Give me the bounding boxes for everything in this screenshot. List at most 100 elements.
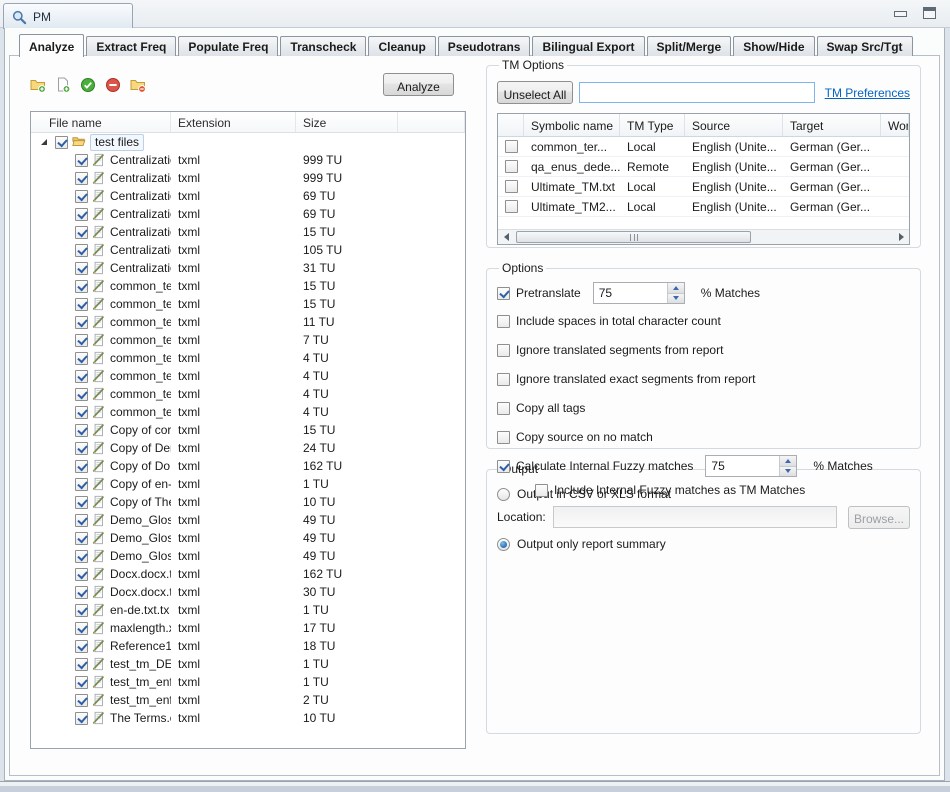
maximize-button[interactable] — [923, 7, 936, 19]
file-checkbox[interactable] — [75, 334, 88, 347]
file-row[interactable]: test_tm_enf txml 2 TU — [31, 691, 465, 709]
unselect-all-icon[interactable] — [105, 77, 121, 93]
file-row[interactable]: Copy of Do txml 162 TU — [31, 457, 465, 475]
file-row[interactable]: en-de.txt.tx txml 1 TU — [31, 601, 465, 619]
add-file-icon[interactable] — [55, 77, 71, 93]
file-row[interactable]: common_te txml 15 TU — [31, 277, 465, 295]
include-spaces-checkbox[interactable] — [497, 315, 510, 328]
column-header-file-name[interactable]: File name — [31, 112, 171, 132]
file-row[interactable]: Demo_Glos txml 49 TU — [31, 547, 465, 565]
file-checkbox[interactable] — [75, 568, 88, 581]
calc-fuzzy-value[interactable]: 75 — [706, 456, 779, 476]
file-row[interactable]: Centralizatio txml 999 TU — [31, 169, 465, 187]
csv-output-radio[interactable] — [497, 488, 510, 501]
file-row[interactable]: Copy of en- txml 1 TU — [31, 475, 465, 493]
file-row[interactable]: Centralizatio txml 69 TU — [31, 187, 465, 205]
tm-row[interactable]: qa_enus_dede... Remote English (Unite...… — [498, 157, 909, 177]
tm-row[interactable]: common_ter... Local English (Unite... Ge… — [498, 137, 909, 157]
file-row[interactable]: Copy of The txml 10 TU — [31, 493, 465, 511]
file-checkbox[interactable] — [75, 226, 88, 239]
tm-col-workgroup[interactable]: Workg — [881, 114, 909, 136]
spin-up-icon[interactable] — [780, 456, 796, 467]
file-checkbox[interactable] — [75, 154, 88, 167]
calc-fuzzy-checkbox[interactable] — [497, 460, 510, 473]
select-all-icon[interactable] — [80, 77, 96, 93]
file-checkbox[interactable] — [75, 280, 88, 293]
column-header-size[interactable]: Size — [296, 112, 398, 132]
ignore-exact-checkbox[interactable] — [497, 373, 510, 386]
tab-split-merge[interactable]: Split/Merge — [647, 36, 732, 56]
tab-analyze[interactable]: Analyze — [19, 34, 84, 57]
ignore-translated-checkbox[interactable] — [497, 344, 510, 357]
file-row[interactable]: Demo_Glos txml 49 TU — [31, 511, 465, 529]
file-row[interactable]: maxlength.x txml 17 TU — [31, 619, 465, 637]
scroll-left-arrow-icon[interactable] — [498, 230, 514, 244]
tm-checkbox[interactable] — [505, 200, 518, 213]
file-checkbox[interactable] — [75, 586, 88, 599]
file-row[interactable]: Centralizatio txml 999 TU — [31, 151, 465, 169]
file-row[interactable]: common_te txml 4 TU — [31, 403, 465, 421]
tm-col-tm-type[interactable]: TM Type — [620, 114, 685, 136]
include-fuzzy-checkbox[interactable] — [535, 484, 548, 497]
file-checkbox[interactable] — [75, 514, 88, 527]
file-checkbox[interactable] — [75, 676, 88, 689]
scrollbar-track[interactable] — [514, 230, 893, 244]
root-checkbox[interactable] — [55, 136, 68, 149]
file-checkbox[interactable] — [75, 262, 88, 275]
file-checkbox[interactable] — [75, 694, 88, 707]
tab-pseudotrans[interactable]: Pseudotrans — [438, 36, 531, 56]
tm-row[interactable]: Ultimate_TM.txt Local English (Unite... … — [498, 177, 909, 197]
file-row[interactable]: Docx.docx.t txml 162 TU — [31, 565, 465, 583]
file-checkbox[interactable] — [75, 658, 88, 671]
unselect-all-button[interactable]: Unselect All — [497, 81, 573, 104]
file-checkbox[interactable] — [75, 370, 88, 383]
tm-row[interactable]: Ultimate_TM2... Local English (Unite... … — [498, 197, 909, 217]
tm-col-target[interactable]: Target — [783, 114, 881, 136]
tab-transcheck[interactable]: Transcheck — [280, 36, 366, 56]
file-tree-root-row[interactable]: test files — [31, 133, 465, 151]
file-checkbox[interactable] — [75, 478, 88, 491]
file-checkbox[interactable] — [75, 388, 88, 401]
file-checkbox[interactable] — [75, 316, 88, 329]
copy-all-tags-checkbox[interactable] — [497, 402, 510, 415]
file-row[interactable]: Demo_Glos txml 49 TU — [31, 529, 465, 547]
tab-bilingual-export[interactable]: Bilingual Export — [532, 36, 644, 56]
file-checkbox[interactable] — [75, 640, 88, 653]
file-row[interactable]: common_te txml 4 TU — [31, 385, 465, 403]
file-checkbox[interactable] — [75, 352, 88, 365]
remove-folder-icon[interactable] — [130, 77, 146, 93]
file-checkbox[interactable] — [75, 532, 88, 545]
tab-show-hide[interactable]: Show/Hide — [733, 36, 814, 56]
file-checkbox[interactable] — [75, 460, 88, 473]
file-checkbox[interactable] — [75, 496, 88, 509]
file-row[interactable]: Centralizatio txml 31 TU — [31, 259, 465, 277]
file-row[interactable]: test_tm_enf txml 1 TU — [31, 673, 465, 691]
file-checkbox[interactable] — [75, 712, 88, 725]
file-row[interactable]: common_te txml 15 TU — [31, 295, 465, 313]
column-header-extension[interactable]: Extension — [171, 112, 296, 132]
spin-down-icon[interactable] — [668, 294, 684, 304]
copy-source-checkbox[interactable] — [497, 431, 510, 444]
spin-up-icon[interactable] — [668, 283, 684, 294]
file-row[interactable]: common_te txml 7 TU — [31, 331, 465, 349]
file-checkbox[interactable] — [75, 406, 88, 419]
tm-checkbox[interactable] — [505, 180, 518, 193]
scroll-right-arrow-icon[interactable] — [893, 230, 909, 244]
file-row[interactable]: common_te txml 11 TU — [31, 313, 465, 331]
file-row[interactable]: common_te txml 4 TU — [31, 367, 465, 385]
file-checkbox[interactable] — [75, 244, 88, 257]
file-row[interactable]: Reference1_ txml 18 TU — [31, 637, 465, 655]
file-checkbox[interactable] — [75, 424, 88, 437]
tm-preferences-link[interactable]: TM Preferences — [825, 86, 910, 100]
file-checkbox[interactable] — [75, 172, 88, 185]
tm-col-symbolic-name[interactable]: Symbolic name — [524, 114, 620, 136]
file-checkbox[interactable] — [75, 208, 88, 221]
file-row[interactable]: common_te txml 4 TU — [31, 349, 465, 367]
tm-checkbox[interactable] — [505, 140, 518, 153]
file-checkbox[interactable] — [75, 550, 88, 563]
tab-cleanup[interactable]: Cleanup — [368, 36, 435, 56]
scrollbar-thumb[interactable] — [516, 231, 751, 243]
analyze-button[interactable]: Analyze — [383, 73, 454, 96]
tm-horizontal-scrollbar[interactable] — [498, 229, 909, 244]
tm-checkbox[interactable] — [505, 160, 518, 173]
